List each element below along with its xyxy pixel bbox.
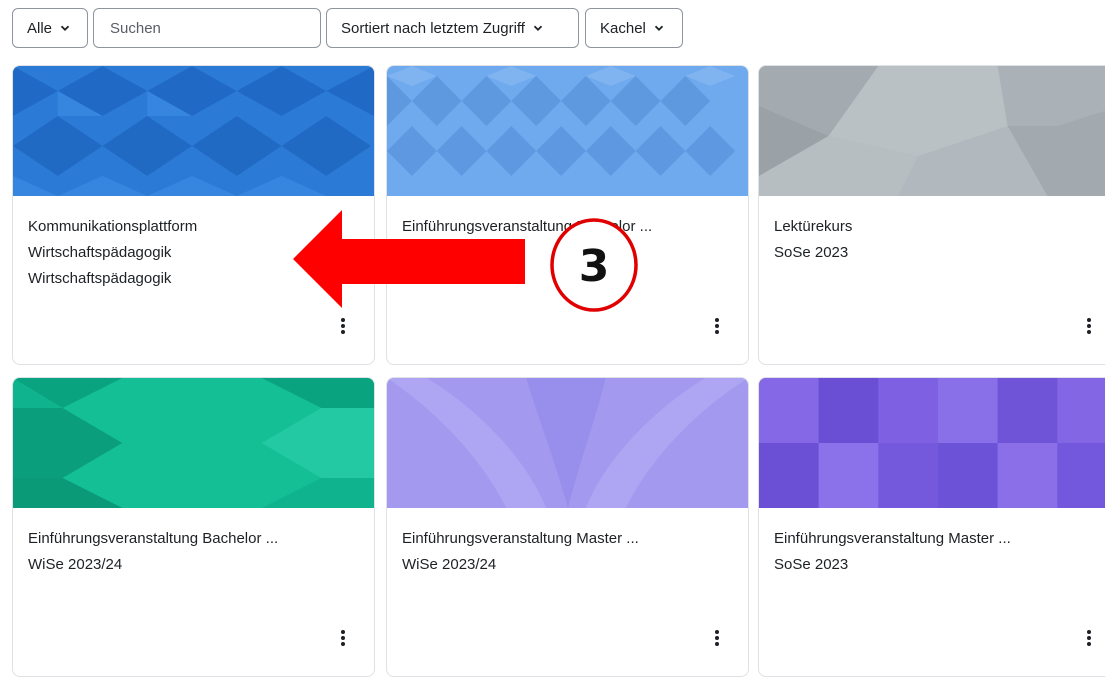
course-subtitle: SoSe 2023	[774, 244, 849, 261]
more-options-icon[interactable]	[714, 318, 720, 336]
sort-dropdown-label: Sortiert nach letztem Zugriff	[341, 19, 525, 37]
course-image	[387, 378, 748, 508]
course-image	[387, 66, 748, 196]
course-image	[759, 66, 1105, 196]
course-card[interactable]: Einführungsveranstaltung Master ... WiSe…	[386, 377, 749, 677]
search-input[interactable]	[108, 18, 306, 38]
course-title[interactable]: Kommunikationsplattform	[28, 214, 359, 240]
search-field[interactable]	[93, 8, 321, 48]
grouping-dropdown-label: Alle	[27, 19, 53, 37]
view-dropdown-label: Kachel	[600, 19, 646, 37]
course-category: Wirtschaftspädagogik	[28, 270, 172, 287]
more-options-icon[interactable]	[340, 630, 346, 648]
course-image	[13, 66, 374, 196]
sort-dropdown[interactable]: Sortiert nach letztem Zugriff	[326, 8, 579, 48]
more-options-icon[interactable]	[340, 318, 346, 336]
course-title[interactable]: Einführungsveranstaltung Bachelor ...	[402, 214, 733, 240]
more-options-icon[interactable]	[1086, 318, 1092, 336]
course-image	[759, 378, 1105, 508]
view-dropdown[interactable]: Kachel	[585, 8, 683, 48]
course-title[interactable]: Einführungsveranstaltung Master ...	[774, 526, 1105, 552]
more-options-icon[interactable]	[714, 630, 720, 648]
course-subtitle: WiSe 2023/24	[402, 556, 497, 573]
course-subtitle: WiSe 2023/24	[28, 556, 123, 573]
chevron-down-icon	[533, 25, 543, 31]
course-card[interactable]: Einführungsveranstaltung Bachelor ... Wi…	[12, 377, 375, 677]
course-card[interactable]: Einführungsveranstaltung Bachelor ...	[386, 65, 749, 365]
chevron-down-icon	[654, 25, 664, 31]
course-title[interactable]: Einführungsveranstaltung Master ...	[402, 526, 733, 552]
course-card[interactable]: Kommunikationsplattform Wirtschaftspädag…	[12, 65, 375, 365]
course-title[interactable]: Lektürekurs	[774, 214, 1105, 240]
chevron-down-icon	[60, 25, 70, 31]
more-options-icon[interactable]	[1086, 630, 1092, 648]
course-card[interactable]: Lektürekurs SoSe 2023	[758, 65, 1105, 365]
course-subtitle: SoSe 2023	[774, 556, 849, 573]
course-title[interactable]: Einführungsveranstaltung Bachelor ...	[28, 526, 359, 552]
grouping-dropdown[interactable]: Alle	[12, 8, 88, 48]
course-filter-toolbar: Alle Sortiert nach letztem Zugriff Kache…	[0, 0, 1105, 60]
course-subtitle: Wirtschaftspädagogik	[28, 244, 172, 261]
course-card[interactable]: Einführungsveranstaltung Master ... SoSe…	[758, 377, 1105, 677]
course-image	[13, 378, 374, 508]
